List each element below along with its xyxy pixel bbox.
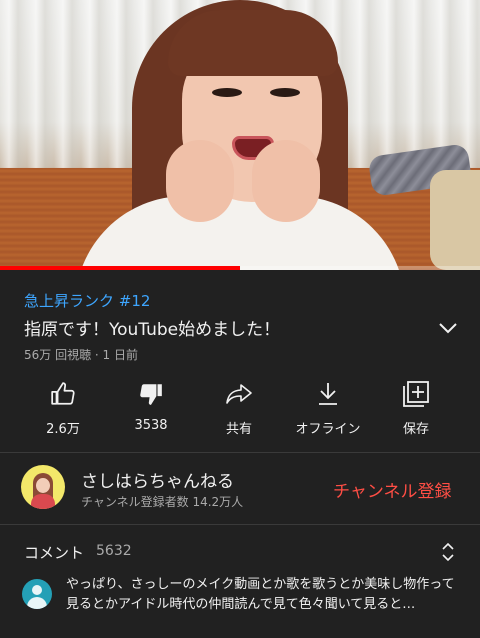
- comments-heading[interactable]: コメント: [24, 542, 84, 563]
- comments-count: 5632: [96, 543, 132, 559]
- video-frame-hand-right: [252, 140, 320, 222]
- download-icon: [319, 383, 337, 405]
- comments-expand-button[interactable]: [436, 538, 460, 566]
- divider: [0, 524, 480, 525]
- save-button[interactable]: 保存: [371, 378, 461, 440]
- channel-avatar[interactable]: [21, 465, 65, 509]
- thumb-up-icon: [51, 382, 75, 405]
- add-to-playlist-icon: [403, 381, 429, 407]
- dislike-count: 3538: [134, 418, 168, 433]
- save-label: 保存: [402, 422, 429, 437]
- unfold-icon: [442, 542, 454, 562]
- video-progress-bar[interactable]: [0, 266, 480, 270]
- like-button[interactable]: 2.6万: [18, 378, 108, 440]
- action-bar: 2.6万 3538 共有 オフライン 保存: [0, 378, 480, 440]
- share-button[interactable]: 共有: [194, 378, 284, 440]
- channel-subscriber-count: チャンネル登録者数 14.2万人: [81, 495, 244, 509]
- offline-download-button[interactable]: オフライン: [283, 378, 373, 440]
- video-player[interactable]: [0, 0, 480, 270]
- chevron-down-icon: [439, 322, 457, 333]
- thumb-down-icon: [140, 384, 162, 405]
- video-progress-fill: [0, 266, 240, 270]
- channel-name[interactable]: さしはらちゃんねる: [81, 467, 234, 492]
- trending-hashtag[interactable]: 急上昇ランク #12: [24, 290, 150, 311]
- video-title[interactable]: 指原です！YouTube始めました！: [24, 315, 280, 340]
- video-frame-eye-left: [212, 88, 242, 97]
- share-icon: [226, 384, 252, 404]
- offline-label: オフライン: [295, 422, 361, 437]
- like-count: 2.6万: [46, 422, 80, 437]
- video-frame-pillow: [430, 170, 480, 270]
- video-frame-hand-left: [166, 140, 234, 222]
- top-comment-text[interactable]: やっぱり、さっしーのメイク動画とか歌を歌うとか美味し物作って見るとかアイドル時代…: [66, 575, 466, 615]
- commenter-avatar[interactable]: [22, 579, 52, 609]
- video-frame-person-bangs: [168, 10, 338, 76]
- expand-description-button[interactable]: [432, 314, 464, 342]
- divider: [0, 452, 480, 453]
- subscribe-button[interactable]: チャンネル登録: [333, 477, 452, 502]
- video-frame-eye-right: [270, 88, 300, 97]
- video-meta: 56万 回視聴 · 1 日前: [24, 348, 138, 362]
- share-label: 共有: [225, 422, 252, 437]
- dislike-button[interactable]: 3538: [106, 378, 196, 440]
